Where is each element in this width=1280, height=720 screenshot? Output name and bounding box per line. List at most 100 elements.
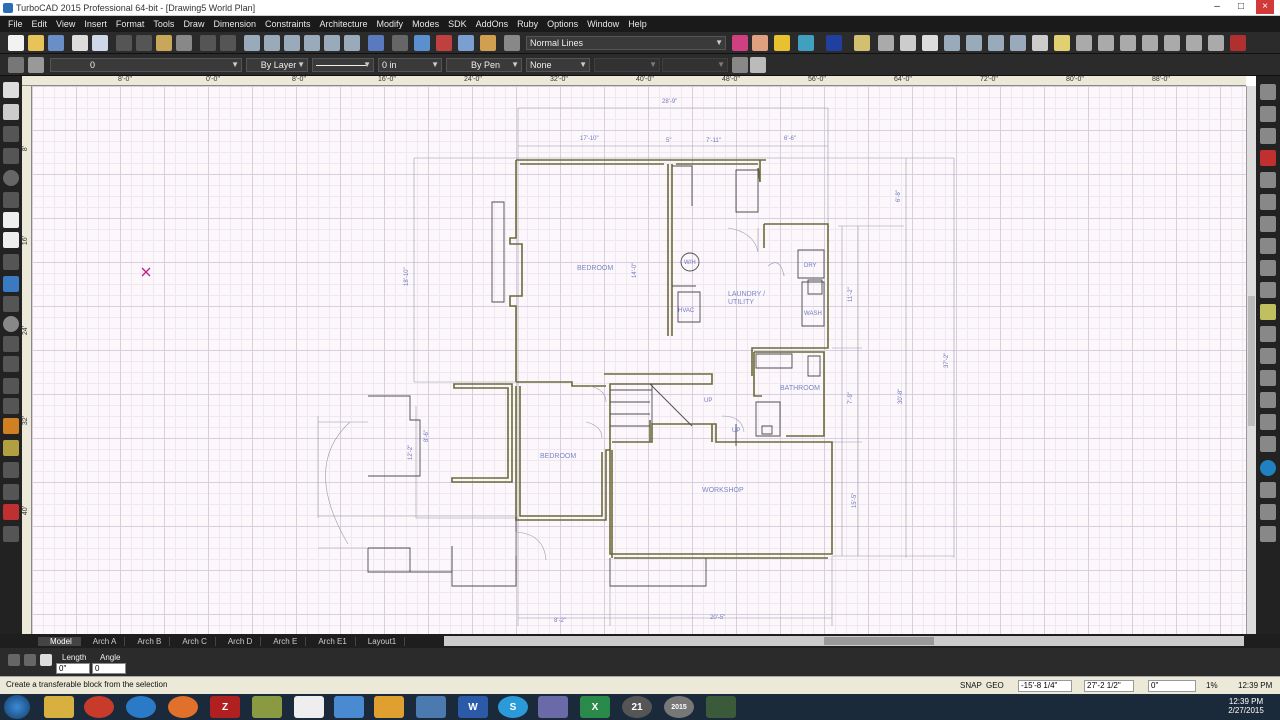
symbol-tool-icon[interactable]: [3, 254, 19, 270]
print-preview-icon[interactable]: [92, 35, 108, 51]
menu-sdk[interactable]: SDK: [448, 19, 467, 29]
tab-arch-b[interactable]: Arch B: [125, 636, 171, 646]
star-tool-icon[interactable]: [3, 212, 19, 228]
angle-field[interactable]: 0: [92, 663, 126, 674]
print-icon[interactable]: [72, 35, 88, 51]
tool-l-icon[interactable]: [1120, 35, 1136, 51]
grid-icon[interactable]: [392, 35, 408, 51]
pattern-dropdown[interactable]: ▼: [594, 58, 660, 72]
right-tool-icon[interactable]: [1260, 128, 1276, 144]
block-tool-icon[interactable]: [3, 526, 19, 542]
chrome-taskbar-icon[interactable]: [84, 696, 114, 718]
right-tool-icon[interactable]: [1260, 348, 1276, 364]
tab-arch-d[interactable]: Arch D: [216, 636, 262, 646]
open-folder-icon[interactable]: [28, 35, 44, 51]
thickness-dropdown[interactable]: 0 in ▼: [378, 58, 442, 72]
cursor-icon[interactable]: [922, 35, 938, 51]
copy-icon[interactable]: [136, 35, 152, 51]
tool-k-icon[interactable]: [1098, 35, 1114, 51]
star-icon[interactable]: [826, 35, 842, 51]
tab-arch-e[interactable]: Arch E: [261, 636, 307, 646]
tool-m-icon[interactable]: [1142, 35, 1158, 51]
cancel-icon[interactable]: [24, 654, 36, 666]
explorer-taskbar-icon[interactable]: [44, 696, 74, 718]
snap-tool-icon[interactable]: [3, 398, 19, 414]
tool-p-icon[interactable]: [1208, 35, 1224, 51]
turbocad-taskbar-icon[interactable]: 2015: [664, 696, 694, 718]
right-tool-icon[interactable]: [1260, 392, 1276, 408]
3d-view-icon[interactable]: [414, 35, 430, 51]
arc-tool-icon[interactable]: [3, 192, 19, 208]
app8-taskbar-icon[interactable]: [706, 696, 736, 718]
metro-taskbar-icon[interactable]: [294, 696, 324, 718]
eraser-icon[interactable]: [732, 35, 748, 51]
layer-manager-icon[interactable]: [28, 57, 44, 73]
zoom-in-icon[interactable]: [244, 35, 260, 51]
app3-taskbar-icon[interactable]: [374, 696, 404, 718]
right-tool-icon[interactable]: [1260, 436, 1276, 452]
right-tool-icon[interactable]: [1260, 106, 1276, 122]
zoom-window-icon[interactable]: [284, 35, 300, 51]
zoom-extents-icon[interactable]: [304, 35, 320, 51]
right-tool-icon[interactable]: [1260, 504, 1276, 520]
hatch-tool-icon[interactable]: [3, 276, 19, 292]
right-tool-icon[interactable]: [1260, 304, 1276, 320]
pencil-icon[interactable]: [732, 57, 748, 73]
right-tool-icon[interactable]: [1260, 370, 1276, 386]
geo-toggle[interactable]: GEO: [986, 681, 1004, 690]
line-style-dropdown[interactable]: Normal Lines ▼: [526, 36, 726, 50]
stair-tool-icon[interactable]: [3, 504, 19, 520]
drawing-canvas[interactable]: BEDROOM LAUNDRY / UTILITY BATHROOM BEDRO…: [32, 86, 1246, 634]
pan-icon[interactable]: [344, 35, 360, 51]
tool-d-icon[interactable]: [944, 35, 960, 51]
right-tool-icon[interactable]: [1260, 260, 1276, 276]
length-field[interactable]: 0": [56, 663, 90, 674]
tool-c-icon[interactable]: [900, 35, 916, 51]
x-coordinate-field[interactable]: -15'-8 1/4": [1018, 680, 1072, 692]
design-director-icon[interactable]: [480, 35, 496, 51]
tool-q-icon[interactable]: [1230, 35, 1246, 51]
vertical-scrollbar[interactable]: [1246, 86, 1256, 634]
redo-icon[interactable]: [220, 35, 236, 51]
menu-architecture[interactable]: Architecture: [320, 19, 368, 29]
edit-tool-icon[interactable]: [3, 104, 19, 120]
material-icon[interactable]: [752, 35, 768, 51]
tool-i-icon[interactable]: [1054, 35, 1070, 51]
select-arrow-icon[interactable]: [3, 82, 19, 98]
linestyle-preview-dropdown[interactable]: ▼: [312, 58, 374, 72]
menu-help[interactable]: Help: [628, 19, 647, 29]
menu-tools[interactable]: Tools: [153, 19, 174, 29]
paste-icon[interactable]: [156, 35, 172, 51]
spell-check-icon[interactable]: [368, 35, 384, 51]
rotate-tool-icon[interactable]: [3, 316, 19, 332]
layer-dropdown[interactable]: 0 ▼: [50, 58, 242, 72]
pen-dropdown[interactable]: By Pen ▼: [446, 58, 522, 72]
window-tool-icon[interactable]: [3, 484, 19, 500]
cut-icon[interactable]: [116, 35, 132, 51]
right-tool-icon[interactable]: [1260, 150, 1276, 166]
filezilla-taskbar-icon[interactable]: Z: [210, 696, 240, 718]
menu-modes[interactable]: Modes: [412, 19, 439, 29]
menu-file[interactable]: File: [8, 19, 23, 29]
options-icon[interactable]: [40, 654, 52, 666]
properties-icon[interactable]: [750, 57, 766, 73]
right-tool-icon[interactable]: [1260, 194, 1276, 210]
menu-view[interactable]: View: [56, 19, 75, 29]
array-tool-icon[interactable]: [3, 356, 19, 372]
tab-layout1[interactable]: Layout1: [356, 636, 406, 646]
modify-tool-icon[interactable]: [3, 336, 19, 352]
tool-o-icon[interactable]: [1186, 35, 1202, 51]
skype-taskbar-icon[interactable]: S: [498, 696, 528, 718]
gear-icon[interactable]: [8, 57, 24, 73]
word-taskbar-icon[interactable]: W: [458, 696, 488, 718]
new-file-icon[interactable]: [8, 35, 24, 51]
menu-options[interactable]: Options: [547, 19, 578, 29]
app6-taskbar-icon[interactable]: 21: [622, 696, 652, 718]
menu-constraints[interactable]: Constraints: [265, 19, 311, 29]
right-tool-icon[interactable]: [1260, 326, 1276, 342]
horizontal-scrollbar[interactable]: [444, 636, 1244, 646]
menu-insert[interactable]: Insert: [84, 19, 107, 29]
globe-icon[interactable]: [1260, 460, 1276, 476]
scroll-thumb[interactable]: [1248, 296, 1255, 426]
app-taskbar-icon[interactable]: [252, 696, 282, 718]
